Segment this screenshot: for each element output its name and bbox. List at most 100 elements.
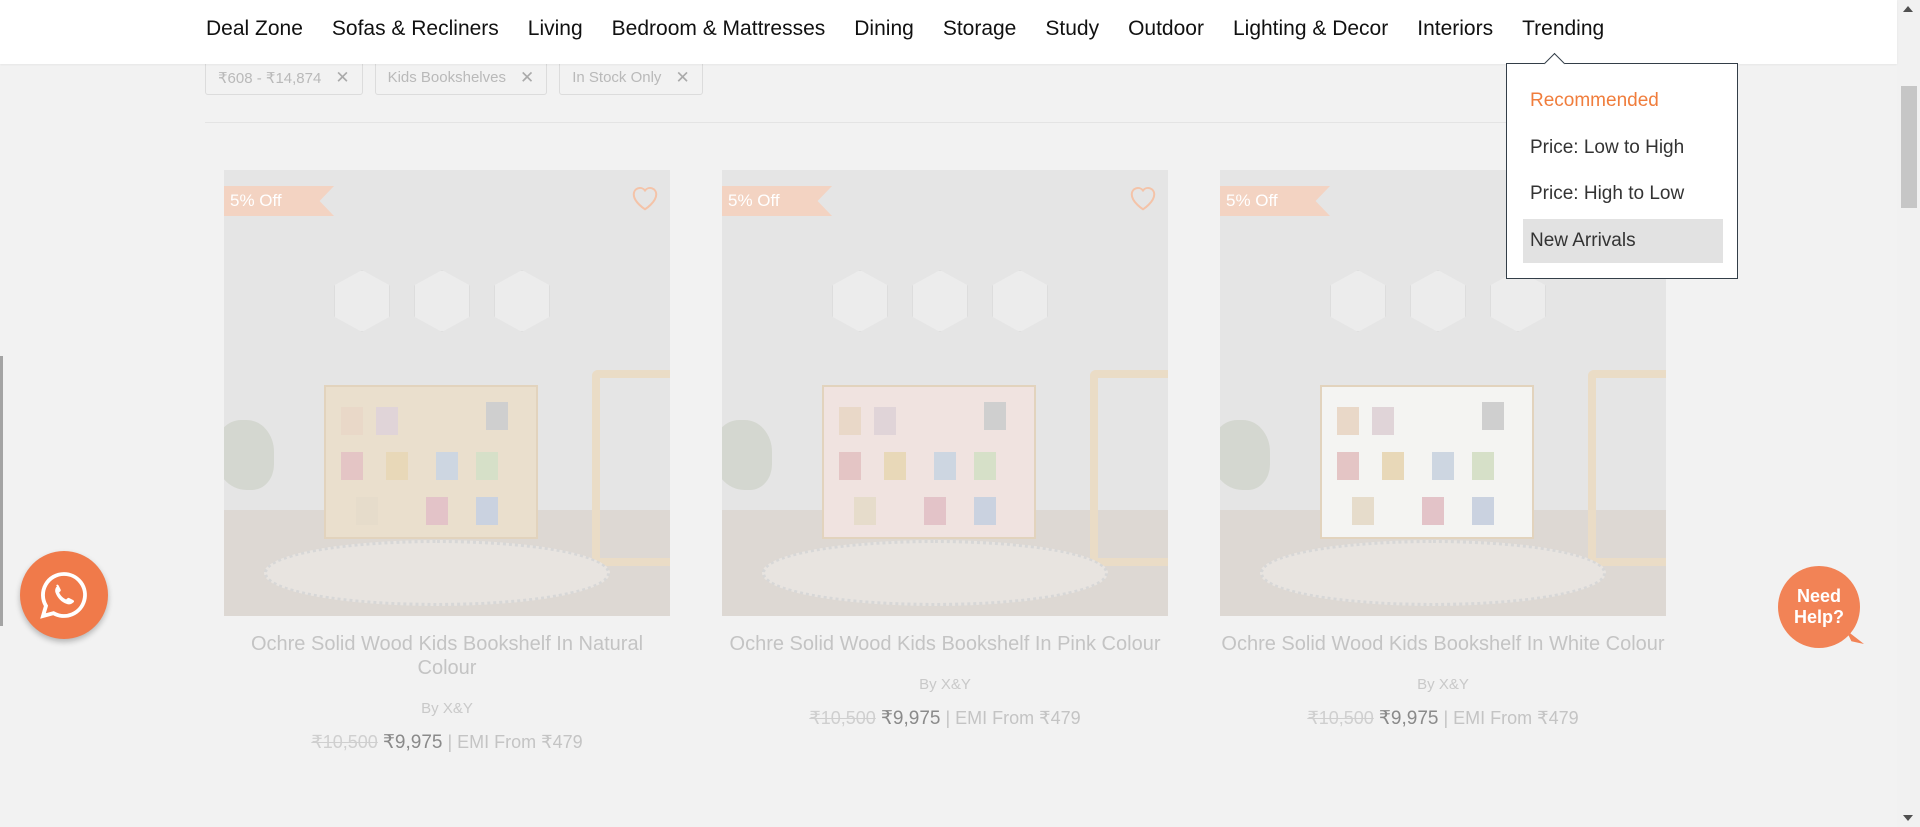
product-brand: By X&Y bbox=[1417, 676, 1469, 693]
nav-item-interiors[interactable]: Interiors bbox=[1417, 17, 1493, 41]
book bbox=[426, 497, 448, 525]
filter-chip-price: ₹608 - ₹14,874 ✕ bbox=[205, 60, 363, 95]
nav-item-deal-zone[interactable]: Deal Zone bbox=[206, 17, 303, 41]
book bbox=[356, 497, 378, 525]
wishlist-heart-icon[interactable] bbox=[630, 184, 660, 212]
wishlist-heart-icon[interactable] bbox=[1128, 184, 1158, 212]
book bbox=[341, 407, 363, 435]
rug-illustration bbox=[1260, 540, 1606, 606]
remove-filter-icon[interactable]: ✕ bbox=[520, 68, 534, 88]
discount-badge: 5% Off bbox=[1220, 186, 1330, 216]
remove-filter-icon[interactable]: ✕ bbox=[335, 68, 349, 88]
sale-price: ₹9,975 bbox=[880, 708, 941, 729]
book bbox=[1372, 407, 1394, 435]
bookshelf-illustration bbox=[822, 385, 1036, 539]
product-brand: By X&Y bbox=[919, 676, 971, 693]
chair-illustration bbox=[592, 370, 670, 566]
bookshelf-illustration bbox=[1320, 385, 1534, 539]
product-title[interactable]: Ochre Solid Wood Kids Bookshelf In Natur… bbox=[224, 632, 670, 680]
book bbox=[1382, 452, 1404, 480]
chair-illustration bbox=[1090, 370, 1168, 566]
filter-chip-label: Kids Bookshelves bbox=[387, 69, 506, 86]
sort-option-price-low-high[interactable]: Price: Low to High bbox=[1523, 126, 1723, 170]
book bbox=[476, 452, 498, 480]
chair-illustration bbox=[1588, 370, 1666, 566]
scroll-up-arrow-icon[interactable] bbox=[1903, 6, 1913, 12]
book bbox=[974, 452, 996, 480]
side-panel-edge bbox=[0, 356, 3, 626]
book bbox=[1337, 407, 1359, 435]
rug-illustration bbox=[264, 540, 610, 606]
plant-decor bbox=[722, 420, 772, 490]
book bbox=[376, 407, 398, 435]
need-help-line1: Need bbox=[1796, 586, 1841, 606]
nav-item-storage[interactable]: Storage bbox=[943, 17, 1017, 41]
emi-text: | EMI From ₹479 bbox=[447, 732, 583, 752]
book bbox=[1422, 497, 1444, 525]
book bbox=[386, 452, 408, 480]
sort-option-new-arrivals[interactable]: New Arrivals bbox=[1523, 219, 1723, 263]
product-image[interactable]: 5% Off bbox=[224, 170, 670, 616]
book bbox=[341, 452, 363, 480]
sale-price: ₹9,975 bbox=[1378, 708, 1439, 729]
book bbox=[486, 402, 508, 430]
nav-item-dining[interactable]: Dining bbox=[854, 17, 914, 41]
book bbox=[1352, 497, 1374, 525]
nav-item-bedroom-mattresses[interactable]: Bedroom & Mattresses bbox=[612, 17, 826, 41]
product-image[interactable]: 5% Off bbox=[722, 170, 1168, 616]
book bbox=[1482, 402, 1504, 430]
plant-decor bbox=[224, 420, 274, 490]
emi-text: | EMI From ₹479 bbox=[945, 708, 1081, 728]
book bbox=[884, 452, 906, 480]
sort-dropdown-menu: Recommended Price: Low to High Price: Hi… bbox=[1506, 52, 1738, 279]
book bbox=[1472, 497, 1494, 525]
book bbox=[934, 452, 956, 480]
original-price: ₹10,500 bbox=[311, 732, 378, 752]
filter-chip-category: Kids Bookshelves ✕ bbox=[374, 60, 548, 95]
product-title[interactable]: Ochre Solid Wood Kids Bookshelf In Pink … bbox=[722, 632, 1168, 656]
category-menu: Deal Zone Sofas & Recliners Living Bedro… bbox=[206, 17, 1633, 41]
product-price: ₹10,500 ₹9,975 | EMI From ₹479 bbox=[224, 731, 670, 754]
product-price: ₹10,500 ₹9,975 | EMI From ₹479 bbox=[1220, 707, 1666, 730]
need-help-line2: Help? bbox=[1793, 607, 1844, 627]
whatsapp-icon bbox=[40, 572, 87, 619]
top-navigation: Deal Zone Sofas & Recliners Living Bedro… bbox=[0, 0, 1897, 64]
page-scrollbar[interactable] bbox=[1897, 0, 1920, 827]
scrollbar-thumb[interactable] bbox=[1901, 86, 1917, 208]
original-price: ₹10,500 bbox=[809, 708, 876, 728]
book bbox=[1432, 452, 1454, 480]
remove-filter-icon[interactable]: ✕ bbox=[675, 68, 689, 88]
book bbox=[854, 497, 876, 525]
plant-decor bbox=[1220, 420, 1270, 490]
filter-chip-label: ₹608 - ₹14,874 bbox=[218, 69, 322, 87]
book bbox=[839, 452, 861, 480]
scroll-down-arrow-icon[interactable] bbox=[1903, 815, 1913, 821]
need-help-label: Need Help? bbox=[1794, 586, 1844, 628]
product-brand: By X&Y bbox=[421, 700, 473, 717]
whatsapp-button[interactable] bbox=[20, 551, 108, 639]
sort-option-recommended[interactable]: Recommended bbox=[1523, 79, 1723, 123]
product-card[interactable]: 5% Off Ochre Solid Wood Kids Bookshelf I… bbox=[204, 170, 670, 754]
product-title[interactable]: Ochre Solid Wood Kids Bookshelf In White… bbox=[1220, 632, 1666, 656]
filter-chip-stock: In Stock Only ✕ bbox=[559, 60, 703, 95]
book bbox=[874, 407, 896, 435]
need-help-button[interactable]: Need Help? bbox=[1778, 566, 1860, 648]
book bbox=[476, 497, 498, 525]
book bbox=[974, 497, 996, 525]
nav-item-study[interactable]: Study bbox=[1045, 17, 1099, 41]
product-card[interactable]: 5% Off Ochre Solid Wood Kids Bookshelf I… bbox=[702, 170, 1168, 730]
sale-price: ₹9,975 bbox=[382, 732, 443, 753]
nav-item-sofas-recliners[interactable]: Sofas & Recliners bbox=[332, 17, 499, 41]
discount-badge: 5% Off bbox=[722, 186, 832, 216]
bookshelf-illustration bbox=[324, 385, 538, 539]
book bbox=[984, 402, 1006, 430]
sort-option-price-high-low[interactable]: Price: High to Low bbox=[1523, 172, 1723, 216]
nav-item-lighting-decor[interactable]: Lighting & Decor bbox=[1233, 17, 1388, 41]
filter-divider bbox=[205, 122, 1655, 123]
nav-item-living[interactable]: Living bbox=[528, 17, 583, 41]
nav-item-trending[interactable]: Trending bbox=[1522, 17, 1604, 41]
nav-item-outdoor[interactable]: Outdoor bbox=[1128, 17, 1204, 41]
rug-illustration bbox=[762, 540, 1108, 606]
original-price: ₹10,500 bbox=[1307, 708, 1374, 728]
book bbox=[436, 452, 458, 480]
